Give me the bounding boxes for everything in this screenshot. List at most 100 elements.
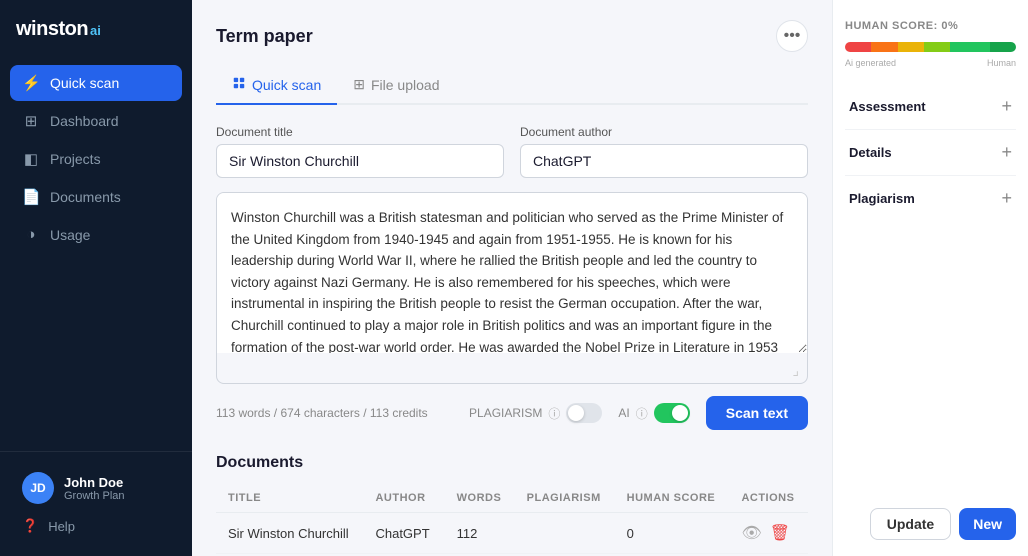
tab-file-upload-label: File upload <box>371 77 440 93</box>
tab-file-upload[interactable]: ⊞ File upload <box>337 68 455 105</box>
assessment-expand-icon: + <box>1001 96 1012 117</box>
more-icon: ••• <box>784 27 801 45</box>
action-icons: 👁 🗑 <box>741 523 796 543</box>
panel-section-details[interactable]: Details + <box>845 130 1016 176</box>
score-bar <box>845 42 1016 52</box>
details-expand-icon: + <box>1001 142 1012 163</box>
sidebar-item-quick-scan[interactable]: ⚡ Quick scan <box>10 65 182 101</box>
quick-scan-icon: ⚡ <box>22 74 40 92</box>
bar-lime <box>924 42 950 52</box>
score-header-row: HUMAN SCORE: 0% <box>845 16 1016 34</box>
main-content: Term paper ••• Quick scan ⊞ File upload … <box>192 0 832 556</box>
plagiarism-toggle-group: PLAGIARISM ⓘ <box>469 403 602 423</box>
documents-icon: 📄 <box>22 188 40 206</box>
word-count: 113 words / 674 characters / 113 credits <box>216 406 428 420</box>
sidebar-item-projects[interactable]: ◧ Projects <box>10 141 182 177</box>
doc-plagiarism-cell <box>515 513 615 554</box>
user-row[interactable]: JD John Doe Growth Plan <box>10 464 182 512</box>
delete-icon[interactable]: 🗑 <box>770 523 790 543</box>
tabs-bar: Quick scan ⊞ File upload <box>216 68 808 105</box>
ai-toggle[interactable] <box>654 403 690 423</box>
dashboard-icon: ⊞ <box>22 112 40 130</box>
plagiarism-expand-icon: + <box>1001 188 1012 209</box>
assessment-label: Assessment <box>849 99 926 114</box>
table-row: Sir Winston Churchill ChatGPT 112 0 👁 🗑 <box>216 513 808 554</box>
sidebar-item-usage[interactable]: ◑ Usage <box>10 217 182 252</box>
plagiarism-section-label: Plagiarism <box>849 191 915 206</box>
col-words: WORDS <box>445 486 515 513</box>
ai-label: AI <box>618 406 629 420</box>
bar-orange <box>871 42 897 52</box>
doc-title-cell[interactable]: Sir Winston Churchill <box>216 513 363 554</box>
sidebar-footer: JD John Doe Growth Plan ❓ Help <box>0 451 192 556</box>
view-icon[interactable]: 👁 <box>741 523 761 543</box>
new-button[interactable]: New <box>959 508 1016 540</box>
table-header-row: TITLE AUTHOR WORDS PLAGIARISM HUMAN SCOR… <box>216 486 808 513</box>
col-title: TITLE <box>216 486 363 513</box>
sidebar-item-label: Quick scan <box>50 75 119 91</box>
col-human-score: HUMAN SCORE <box>615 486 730 513</box>
col-actions: ACTIONS <box>729 486 808 513</box>
human-score-title: HUMAN SCORE: 0% <box>845 20 958 32</box>
bar-red <box>845 42 871 52</box>
plagiarism-info-icon[interactable]: ⓘ <box>548 405 560 422</box>
doc-title-group: Document title <box>216 125 504 178</box>
plagiarism-toggle-knob <box>568 405 584 421</box>
bar-darkgreen <box>990 42 1016 52</box>
bar-label-right: Human <box>987 58 1016 68</box>
ai-toggle-group: AI ⓘ <box>618 403 689 423</box>
panel-section-assessment[interactable]: Assessment + <box>845 84 1016 130</box>
logo-ai: ai <box>90 23 101 38</box>
page-header: Term paper ••• <box>216 20 808 52</box>
document-textarea[interactable] <box>217 193 807 353</box>
bar-green <box>950 42 989 52</box>
avatar: JD <box>22 472 54 504</box>
panel-section-plagiarism[interactable]: Plagiarism + <box>845 176 1016 221</box>
doc-words-cell: 112 <box>445 513 515 554</box>
sidebar-item-dashboard[interactable]: ⊞ Dashboard <box>10 103 182 139</box>
help-row[interactable]: ❓ Help <box>10 512 182 540</box>
documents-section-title: Documents <box>216 454 808 472</box>
doc-author-group: Document author <box>520 125 808 178</box>
help-label: Help <box>48 519 75 534</box>
doc-author-label: Document author <box>520 125 808 139</box>
panel-sections: Assessment + Details + Plagiarism + <box>845 84 1016 221</box>
quick-scan-tab-icon <box>232 76 246 93</box>
plagiarism-label: PLAGIARISM <box>469 406 542 420</box>
scan-right: PLAGIARISM ⓘ AI ⓘ Scan text <box>469 396 808 430</box>
doc-author-cell: ChatGPT <box>363 513 444 554</box>
user-name: John Doe <box>64 475 170 490</box>
ai-info-icon[interactable]: ⓘ <box>636 405 648 422</box>
more-options-button[interactable]: ••• <box>776 20 808 52</box>
resize-handle: ⌟ <box>217 358 807 383</box>
right-panel-footer: Update New <box>845 508 1016 540</box>
help-icon: ❓ <box>22 518 38 534</box>
doc-human-score-cell: 0 <box>615 513 730 554</box>
col-author: AUTHOR <box>363 486 444 513</box>
form-row: Document title Document author <box>216 125 808 178</box>
projects-icon: ◧ <box>22 150 40 168</box>
scan-controls: 113 words / 674 characters / 113 credits… <box>216 396 808 430</box>
sidebar-item-documents[interactable]: 📄 Documents <box>10 179 182 215</box>
resize-icon: ⌟ <box>792 362 799 379</box>
doc-title-input[interactable] <box>216 144 504 178</box>
sidebar-item-label: Usage <box>50 227 90 243</box>
sidebar-item-label: Projects <box>50 151 101 167</box>
tab-quick-scan[interactable]: Quick scan <box>216 68 337 105</box>
page-title: Term paper <box>216 26 313 47</box>
scan-text-button[interactable]: Scan text <box>706 396 808 430</box>
sidebar: winston ai ⚡ Quick scan ⊞ Dashboard ◧ Pr… <box>0 0 192 556</box>
sidebar-item-label: Dashboard <box>50 113 119 129</box>
file-upload-tab-icon: ⊞ <box>353 76 365 93</box>
ai-toggle-knob <box>672 405 688 421</box>
bar-yellow <box>898 42 924 52</box>
plagiarism-toggle[interactable] <box>566 403 602 423</box>
text-area-wrapper: ⌟ <box>216 192 808 384</box>
user-info: John Doe Growth Plan <box>64 475 170 502</box>
logo-area: winston ai <box>0 0 192 57</box>
documents-table: TITLE AUTHOR WORDS PLAGIARISM HUMAN SCOR… <box>216 486 808 556</box>
doc-author-input[interactable] <box>520 144 808 178</box>
tab-quick-scan-label: Quick scan <box>252 77 321 93</box>
doc-actions-cell: 👁 🗑 <box>729 513 808 554</box>
update-button[interactable]: Update <box>870 508 951 540</box>
